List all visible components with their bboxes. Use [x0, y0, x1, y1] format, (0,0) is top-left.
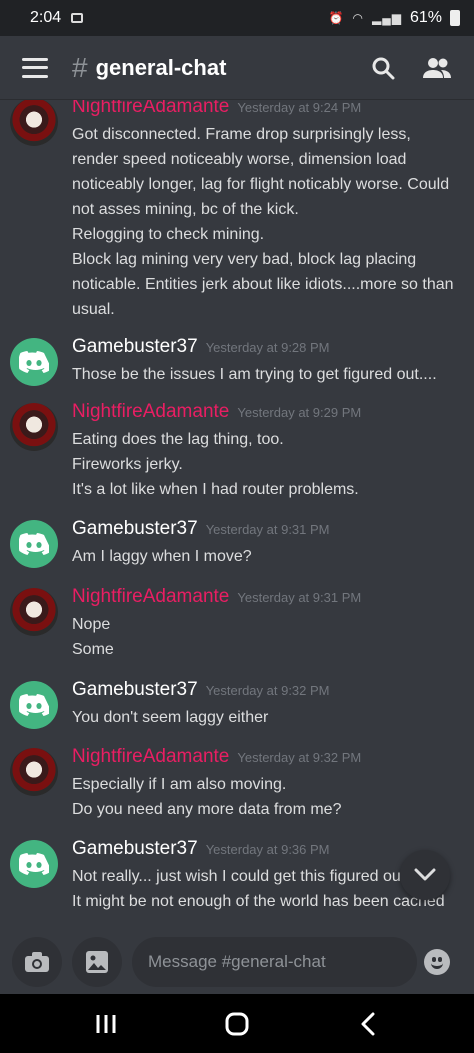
message-text-line: Relogging to check mining. — [72, 226, 265, 243]
message-text-line: Got disconnected. Frame drop surprisingl… — [72, 126, 411, 143]
home-icon[interactable] — [217, 1004, 257, 1044]
menu-icon[interactable] — [22, 57, 48, 78]
message-header: NightfireAdamante Yesterday at 9:32 PM — [72, 746, 464, 772]
message-author[interactable]: NightfireAdamante — [72, 586, 229, 608]
discord-logo-avatar[interactable] — [10, 520, 58, 568]
message-text-line: Am I laggy when I move? — [72, 548, 252, 565]
message-item[interactable]: NightfireAdamante Yesterday at 9:24 PM Got… — [0, 100, 474, 322]
message-body: NightfireAdamante Yesterday at 9:31 PM Nop… — [72, 586, 464, 662]
message-text-line: Those be the issues I am trying to get f… — [72, 366, 437, 383]
message-timestamp: Yesterday at 9:29 PM — [237, 405, 362, 420]
message-body: Gamebuster37 Yesterday at 9:31 PM Am I lag… — [72, 518, 464, 569]
nightfire-avatar[interactable] — [10, 588, 58, 636]
message-item[interactable]: NightfireAdamante Yesterday at 9:32 PM Esp… — [0, 746, 474, 822]
discord-logo-avatar[interactable] — [10, 338, 58, 386]
discord-logo-avatar[interactable] — [10, 681, 58, 729]
message-author[interactable]: Gamebuster37 — [72, 838, 198, 860]
message-author[interactable]: Gamebuster37 — [72, 518, 198, 540]
message-input[interactable] — [132, 937, 417, 987]
message-body: NightfireAdamante Yesterday at 9:32 PM Esp… — [72, 746, 464, 822]
message-timestamp: Yesterday at 9:32 PM — [205, 683, 330, 698]
message-text-line: Eating does the lag thing, too. — [72, 431, 284, 448]
message-list[interactable]: NightfireAdamante Yesterday at 9:24 PM Got… — [0, 100, 474, 930]
message-body: NightfireAdamante Yesterday at 9:24 PM Got… — [72, 100, 464, 322]
message-author[interactable]: NightfireAdamante — [72, 100, 229, 118]
message-header: Gamebuster37 Yesterday at 9:32 PM — [72, 679, 464, 705]
message-author[interactable]: Gamebuster37 — [72, 679, 198, 701]
camera-button[interactable] — [12, 937, 62, 987]
battery-icon — [450, 10, 460, 26]
message-item[interactable]: NightfireAdamante Yesterday at 9:31 PM Nop… — [0, 586, 474, 662]
message-author[interactable]: NightfireAdamante — [72, 746, 229, 768]
chevron-down-icon — [414, 868, 436, 881]
message-text-line: You don't seem laggy either — [72, 709, 269, 726]
message-body: NightfireAdamante Yesterday at 9:29 PM Eat… — [72, 401, 464, 502]
message-timestamp: Yesterday at 9:31 PM — [205, 522, 330, 537]
message-timestamp: Yesterday at 9:36 PM — [205, 842, 330, 857]
emoji-icon[interactable] — [424, 949, 450, 975]
nightfire-avatar[interactable] — [10, 403, 58, 451]
nightfire-avatar[interactable] — [10, 100, 58, 146]
message-header: Gamebuster37 Yesterday at 9:28 PM — [72, 336, 464, 362]
message-text-line: not asses mining, bc of the kick. — [72, 201, 299, 218]
message-timestamp: Yesterday at 9:24 PM — [237, 100, 362, 115]
message-author[interactable]: NightfireAdamante — [72, 401, 229, 423]
gallery-notification-icon — [71, 13, 84, 23]
message-text-line: Fireworks jerky. — [72, 456, 183, 473]
message-header: NightfireAdamante Yesterday at 9:29 PM — [72, 401, 464, 427]
message-header: NightfireAdamante Yesterday at 9:31 PM — [72, 586, 464, 612]
message-text-line: It's a lot like when I had router proble… — [72, 481, 359, 498]
channel-title: general-chat — [95, 54, 227, 80]
message-composer — [0, 930, 474, 994]
message-text-line: Especially if I am also moving. — [72, 776, 287, 793]
signal-icon: ▂▄▆ — [372, 11, 402, 25]
alarm-icon: ⏰ — [328, 11, 345, 25]
message-text-line: Some — [72, 641, 114, 658]
system-nav-bar — [0, 994, 474, 1053]
message-item[interactable]: Gamebuster37 Yesterday at 9:31 PM Am I lag… — [0, 518, 474, 569]
status-time: 2:04 — [30, 9, 62, 26]
message-text-line: Do you need any more data from me? — [72, 801, 342, 818]
message-text-line: It might be not enough of the world has … — [72, 893, 445, 910]
members-icon[interactable] — [422, 53, 452, 83]
nightfire-avatar[interactable] — [10, 748, 58, 796]
message-text-line: Block lag mining very very bad, block la… — [72, 251, 417, 268]
recent-apps-icon[interactable] — [86, 1004, 126, 1044]
message-header: NightfireAdamante Yesterday at 9:24 PM — [72, 100, 464, 122]
gallery-button[interactable] — [72, 937, 122, 987]
scroll-down-button[interactable] — [400, 850, 450, 900]
back-icon[interactable] — [348, 1004, 388, 1044]
message-item[interactable]: NightfireAdamante Yesterday at 9:29 PM Eat… — [0, 401, 474, 502]
message-text-line: noticable. Entities jerk about like idio… — [72, 276, 454, 293]
image-icon — [86, 951, 108, 973]
message-text-line: noticeably longer, lag for flight notica… — [72, 176, 450, 193]
message-timestamp: Yesterday at 9:32 PM — [237, 750, 362, 765]
message-author[interactable]: Gamebuster37 — [72, 336, 198, 358]
channel-header: # general-chat — [0, 36, 474, 100]
search-icon[interactable] — [368, 53, 398, 83]
message-text-line: Nope — [72, 616, 111, 633]
message-body: Gamebuster37 Yesterday at 9:28 PM Those be… — [72, 336, 464, 387]
battery-percent: 61% — [409, 9, 442, 26]
message-timestamp: Yesterday at 9:28 PM — [205, 340, 330, 355]
message-timestamp: Yesterday at 9:31 PM — [237, 590, 362, 605]
message-item[interactable]: Gamebuster37 Yesterday at 9:32 PM You don'… — [0, 679, 474, 730]
message-text-line: usual. — [72, 301, 115, 318]
wifi-icon: ◠ — [352, 11, 364, 25]
discord-logo-avatar[interactable] — [10, 840, 58, 888]
message-item[interactable]: Gamebuster37 Yesterday at 9:28 PM Those be… — [0, 336, 474, 387]
camera-icon — [25, 952, 49, 972]
message-header: Gamebuster37 Yesterday at 9:31 PM — [72, 518, 464, 544]
message-body: Gamebuster37 Yesterday at 9:32 PM You don'… — [72, 679, 464, 730]
channel-hash-icon: # — [72, 51, 88, 83]
message-text-line: render speed noticeably worse, dimension… — [72, 151, 407, 168]
status-bar: 2:04 ⏰ ◠ ▂▄▆ 61% — [0, 0, 474, 36]
